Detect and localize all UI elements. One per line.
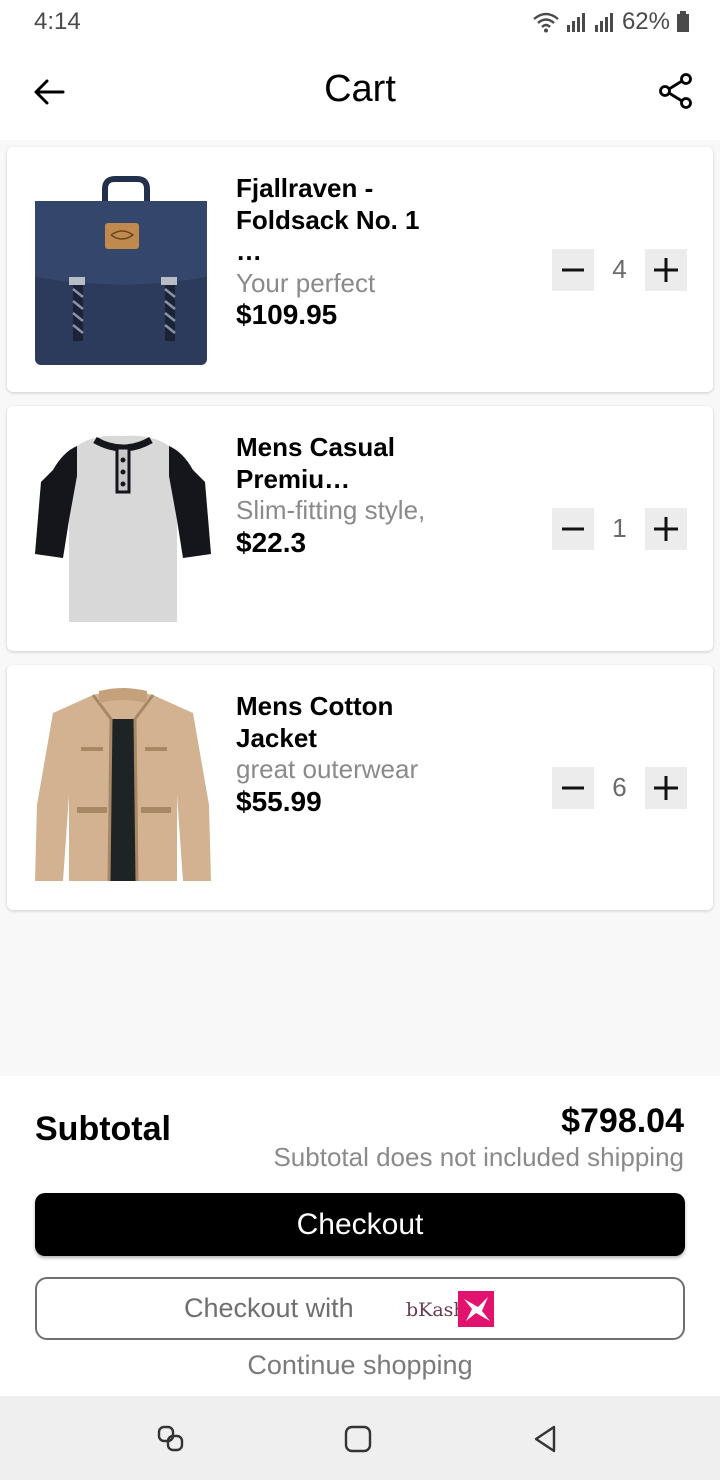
back-nav-button[interactable] xyxy=(530,1424,560,1454)
home-button[interactable] xyxy=(343,1424,373,1454)
product-image-shirt xyxy=(35,435,211,622)
item-price: $55.99 xyxy=(236,785,322,817)
product-image-backpack xyxy=(35,176,207,365)
share-icon xyxy=(659,73,692,109)
quantity-stepper: 4 xyxy=(552,249,687,291)
signal-icon xyxy=(566,11,588,33)
battery-icon xyxy=(676,11,690,33)
item-details: Mens Cotton Jacket great outerwear $55.9… xyxy=(236,691,426,818)
checkout-button[interactable]: Checkout xyxy=(35,1193,685,1256)
product-image-jacket xyxy=(35,688,211,882)
item-name: Fjallraven - Foldsack No. 1 … xyxy=(236,173,420,266)
decrease-quantity-button[interactable] xyxy=(552,249,594,291)
cart-list: Fjallraven - Foldsack No. 1 … Your perfe… xyxy=(7,147,713,924)
signal-icon-2 xyxy=(594,11,616,33)
item-description: Your perfect xyxy=(236,267,376,298)
order-summary: Subtotal $798.04 Subtotal does not inclu… xyxy=(0,1076,720,1396)
item-name: Mens Cotton Jacket xyxy=(236,691,394,753)
triangle-back-icon xyxy=(534,1425,556,1453)
increase-quantity-button[interactable] xyxy=(645,767,687,809)
status-indicators: 62% xyxy=(532,8,690,36)
wifi-icon xyxy=(532,11,560,33)
bkash-checkout-button[interactable]: Checkout with bKash xyxy=(35,1277,685,1340)
quantity-value: 1 xyxy=(612,513,627,543)
item-price: $109.95 xyxy=(236,299,338,330)
cart-item[interactable]: Mens Casual Premiu… Slim-fitting style, … xyxy=(7,406,713,651)
quantity-stepper: 1 xyxy=(552,508,687,550)
cart-item[interactable]: Fjallraven - Foldsack No. 1 … Your perfe… xyxy=(7,147,713,392)
minus-icon xyxy=(562,527,584,531)
cart-item[interactable]: Mens Cotton Jacket great outerwear $55.9… xyxy=(7,665,713,910)
navigation-bar xyxy=(0,1396,720,1480)
home-icon xyxy=(344,1425,372,1453)
bkash-checkout-label: Checkout with xyxy=(184,1293,354,1323)
plus-icon xyxy=(654,517,678,541)
minus-icon xyxy=(562,268,584,272)
recent-apps-button[interactable] xyxy=(156,1424,186,1454)
page-title: Cart xyxy=(324,68,396,110)
plus-icon xyxy=(654,776,678,800)
item-details: Mens Casual Premiu… Slim-fitting style, … xyxy=(236,432,426,559)
status-time: 4:14 xyxy=(34,8,81,35)
item-description: Slim-fitting style, xyxy=(236,495,426,525)
increase-quantity-button[interactable] xyxy=(645,249,687,291)
item-name: Mens Casual Premiu… xyxy=(236,432,395,494)
plus-icon xyxy=(654,258,678,282)
item-price: $22.3 xyxy=(236,526,307,558)
bkash-logo-icon xyxy=(458,1291,494,1327)
minus-icon xyxy=(562,786,584,790)
share-button[interactable] xyxy=(656,70,696,112)
app-header: Cart xyxy=(0,42,720,140)
shipping-note: Subtotal does not included shipping xyxy=(273,1142,684,1172)
decrease-quantity-button[interactable] xyxy=(552,508,594,550)
increase-quantity-button[interactable] xyxy=(645,508,687,550)
subtotal-label: Subtotal xyxy=(35,1110,171,1148)
recent-apps-icon xyxy=(157,1425,184,1452)
quantity-value: 6 xyxy=(612,772,627,802)
continue-shopping-link[interactable]: Continue shopping xyxy=(0,1350,720,1381)
subtotal-value: $798.04 xyxy=(561,1102,684,1140)
decrease-quantity-button[interactable] xyxy=(552,767,594,809)
quantity-value: 4 xyxy=(612,254,627,284)
status-bar: 4:14 62% xyxy=(0,0,720,42)
item-description: great outerwear xyxy=(236,754,419,784)
battery-percent: 62% xyxy=(621,8,670,35)
bkash-wordmark: bKash xyxy=(406,1299,466,1321)
item-details: Fjallraven - Foldsack No. 1 … Your perfe… xyxy=(236,173,426,331)
quantity-stepper: 6 xyxy=(552,767,687,809)
